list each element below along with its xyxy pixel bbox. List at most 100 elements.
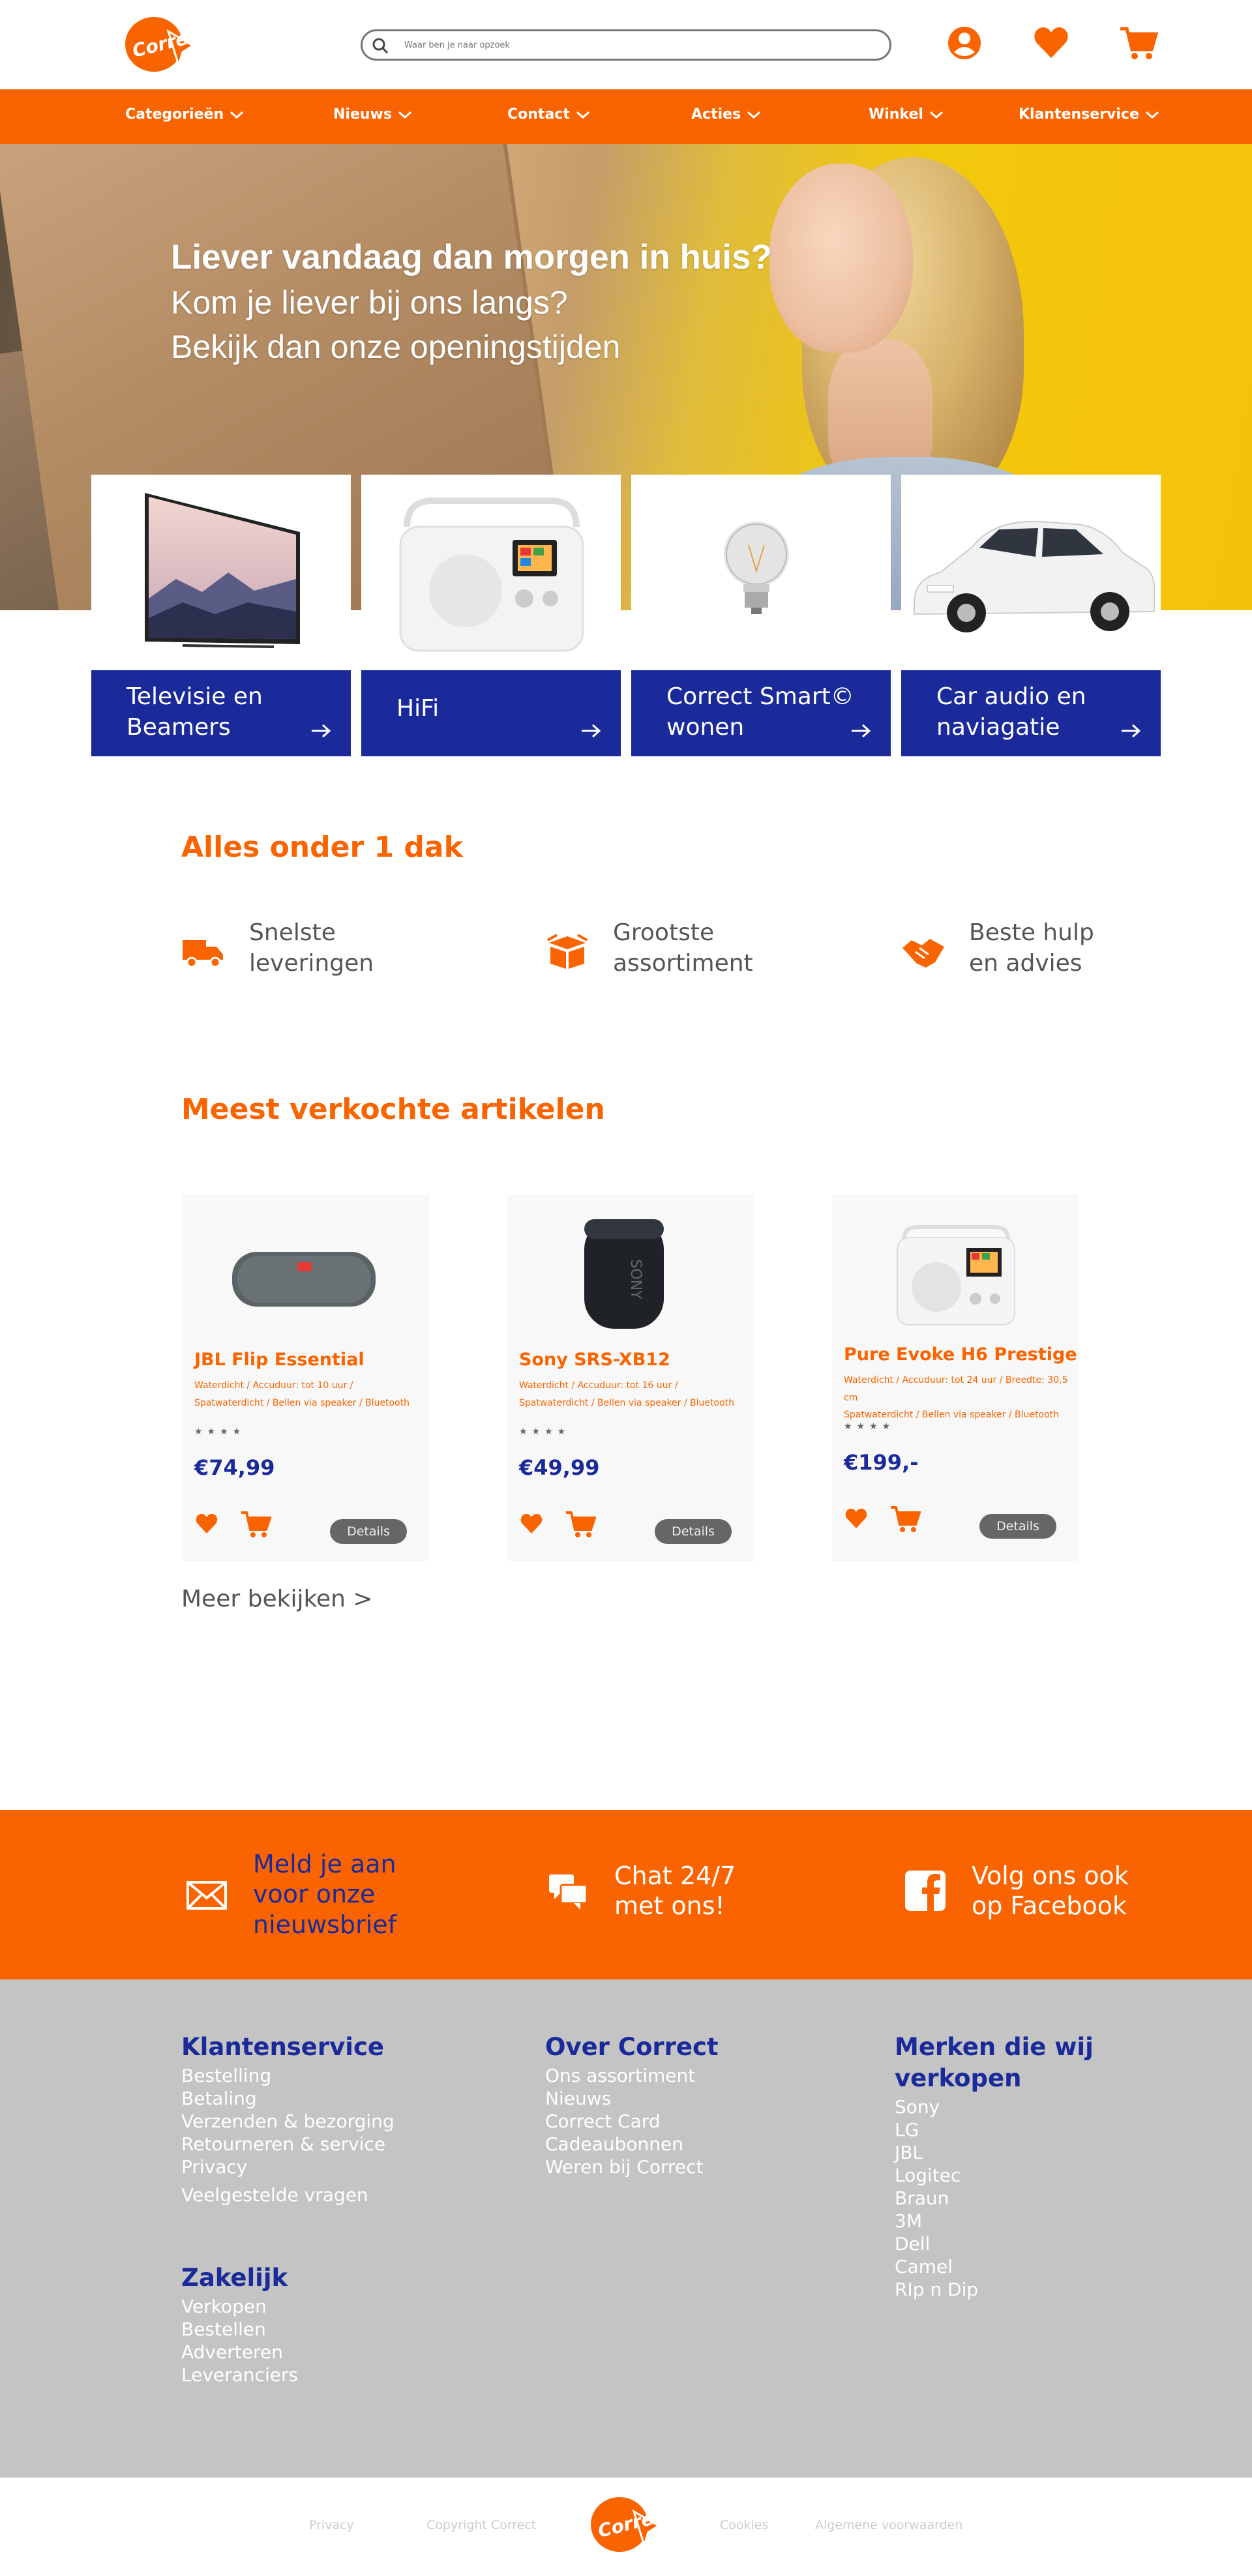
rating-stars: ★★★★	[194, 1427, 246, 1437]
nav-item-nieuws[interactable]: Nieuws	[333, 106, 413, 123]
newsletter-signup[interactable]: Meld je aan voor onze nieuwsbrief	[184, 1849, 410, 1940]
handshake-icon	[902, 939, 944, 968]
nav-item-winkel[interactable]: Winkel	[869, 106, 944, 123]
footer-column-zakelijk: Zakelijk Verkopen Bestellen Adverteren L…	[181, 2262, 298, 2386]
footer-link[interactable]: Logitec	[895, 2164, 1103, 2187]
cookies-link[interactable]: Cookies	[720, 2518, 768, 2532]
hero-title: Liever vandaag dan morgen in huis?	[171, 238, 772, 276]
cart-icon[interactable]	[1119, 23, 1159, 63]
footer-link[interactable]: Braun	[895, 2187, 1103, 2210]
usp-section-title: Alles onder 1 dak	[181, 831, 463, 864]
chevron-down-icon	[747, 111, 761, 119]
bestsellers-section-title: Meest verkochte artikelen	[181, 1093, 605, 1126]
footer-link[interactable]: Nieuws	[545, 2087, 719, 2110]
category-label: Car audio en naviagatie	[901, 670, 1161, 756]
category-card-hifi[interactable]: HiFi	[361, 475, 621, 756]
search-input[interactable]	[404, 35, 861, 55]
privacy-link[interactable]: Privacy	[309, 2518, 354, 2532]
footer-link[interactable]: Bestelling	[181, 2064, 395, 2087]
footer-link[interactable]: Ons assortiment	[545, 2064, 719, 2087]
site-header: Correct	[0, 0, 1252, 89]
arrow-right-icon	[852, 724, 871, 738]
footer-link[interactable]: Dell	[895, 2232, 1103, 2255]
correct-logo[interactable]: Correct	[588, 2492, 676, 2554]
terms-link[interactable]: Algemene voorwaarden	[815, 2518, 962, 2532]
product-price: €74,99	[194, 1455, 275, 1480]
bottom-bar: Privacy Copyright Correct Correct Cookie…	[0, 2478, 1252, 2576]
nav-item-contact[interactable]: Contact	[507, 106, 591, 123]
usp-item: Snelste leveringen	[180, 918, 393, 979]
footer-link[interactable]: Retourneren & service	[181, 2133, 395, 2155]
correct-logo[interactable]: Correct	[123, 12, 210, 74]
chat-icon	[549, 1874, 588, 1910]
nav-label: Categorieën	[125, 106, 224, 123]
footer-column-over-correct: Over Correct Ons assortiment Nieuws Corr…	[545, 2032, 719, 2178]
footer-link[interactable]: Leveranciers	[181, 2363, 298, 2386]
product-spec-line: Spatwaterdicht / Bellen via speaker / Bl…	[194, 1397, 410, 1408]
hero-person-face	[769, 164, 913, 353]
footer-link[interactable]: Sony	[895, 2095, 1103, 2118]
facebook-text: Volg ons ook op Facebook	[972, 1861, 1129, 1921]
product-name[interactable]: Pure Evoke H6 Prestige	[844, 1344, 1077, 1365]
footer-link[interactable]: Adverteren	[181, 2341, 298, 2363]
product-specs: Waterdicht / Accuduur: tot 16 uur / Spat…	[519, 1377, 747, 1412]
product-card[interactable]: JBL Flip Essential Waterdicht / Accuduur…	[183, 1194, 429, 1561]
footer-link[interactable]: Correct Card	[545, 2110, 719, 2133]
cart-icon[interactable]	[240, 1510, 271, 1539]
rating-stars: ★★★★	[844, 1421, 895, 1432]
product-card[interactable]: SONY Sony SRS-XB12 Waterdicht / Accuduur…	[507, 1194, 754, 1561]
cart-icon[interactable]	[889, 1505, 921, 1533]
chat-link[interactable]: Chat 24/7 met ons!	[545, 1861, 745, 1921]
category-label: Televisie en Beamers	[91, 670, 351, 756]
footer-link[interactable]: Weren bij Correct	[545, 2155, 719, 2178]
heart-icon[interactable]	[1032, 23, 1071, 63]
footer-link[interactable]: JBL	[895, 2141, 1103, 2164]
search-bar[interactable]	[361, 29, 891, 61]
footer-link[interactable]: RIp n Dip	[895, 2278, 1103, 2301]
footer-link[interactable]: Bestellen	[181, 2318, 298, 2341]
footer-link[interactable]: 3M	[895, 2210, 1103, 2232]
main-navigation: Categorieën Nieuws Contact Acties Winkel…	[0, 89, 1252, 144]
category-card-tv[interactable]: Televisie en Beamers	[91, 475, 351, 756]
product-card[interactable]: Pure Evoke H6 Prestige Waterdicht / Accu…	[832, 1194, 1079, 1561]
footer-link[interactable]: Verzenden & bezorging	[181, 2110, 395, 2133]
nav-item-klantenservice[interactable]: Klantenservice	[1019, 106, 1160, 123]
facebook-link[interactable]: Volg ons ook op Facebook	[902, 1861, 1148, 1921]
cart-icon[interactable]	[565, 1510, 596, 1539]
footer-link[interactable]: Verkopen	[181, 2295, 298, 2318]
category-label-text: Car audio en naviagatie	[936, 683, 1086, 741]
details-button[interactable]: Details	[330, 1519, 407, 1544]
usp-item: Grootste assortiment	[544, 918, 769, 979]
heart-icon[interactable]	[519, 1511, 544, 1536]
more-products-link[interactable]: Meer bekijken >	[181, 1586, 373, 1612]
product-name[interactable]: Sony SRS-XB12	[519, 1350, 670, 1370]
footer-link[interactable]: Privacy	[181, 2155, 395, 2178]
details-button[interactable]: Details	[979, 1514, 1056, 1539]
usp-text: Grootste assortiment	[613, 919, 753, 977]
category-card-car-audio[interactable]: Car audio en naviagatie	[901, 475, 1161, 756]
nav-item-categorieen[interactable]: Categorieën	[125, 106, 245, 123]
category-label: HiFi	[361, 670, 621, 756]
newsletter-text: Meld je aan voor onze nieuwsbrief	[253, 1850, 397, 1939]
footer-link[interactable]: LG	[895, 2118, 1103, 2141]
nav-label: Nieuws	[333, 106, 392, 123]
heart-icon[interactable]	[844, 1506, 869, 1531]
account-icon[interactable]	[945, 23, 984, 63]
footer-link[interactable]: Camel	[895, 2255, 1103, 2278]
footer-link[interactable]: Cadeaubonnen	[545, 2133, 719, 2155]
hero-text: Liever vandaag dan morgen in huis? Kom j…	[171, 235, 772, 370]
details-button[interactable]: Details	[655, 1519, 732, 1544]
product-name[interactable]: JBL Flip Essential	[194, 1350, 365, 1370]
footer-link[interactable]: Betaling	[181, 2087, 395, 2110]
car-image	[901, 475, 1161, 657]
category-card-smart-wonen[interactable]: Correct Smart© wonen	[631, 475, 891, 756]
search-icon[interactable]	[372, 37, 389, 54]
footer-link[interactable]: Veelgestelde vragen	[181, 2184, 395, 2206]
rating-stars: ★★★★	[519, 1427, 571, 1437]
footer-heading: Klantenservice	[181, 2033, 384, 2061]
nav-item-acties[interactable]: Acties	[691, 106, 762, 123]
heart-icon[interactable]	[194, 1511, 219, 1536]
footer-heading: Over Correct	[545, 2033, 719, 2061]
hero-opening-hours-link[interactable]: Bekijk dan onze openingstijden	[171, 325, 772, 370]
footer-heading: Zakelijk	[181, 2264, 288, 2292]
